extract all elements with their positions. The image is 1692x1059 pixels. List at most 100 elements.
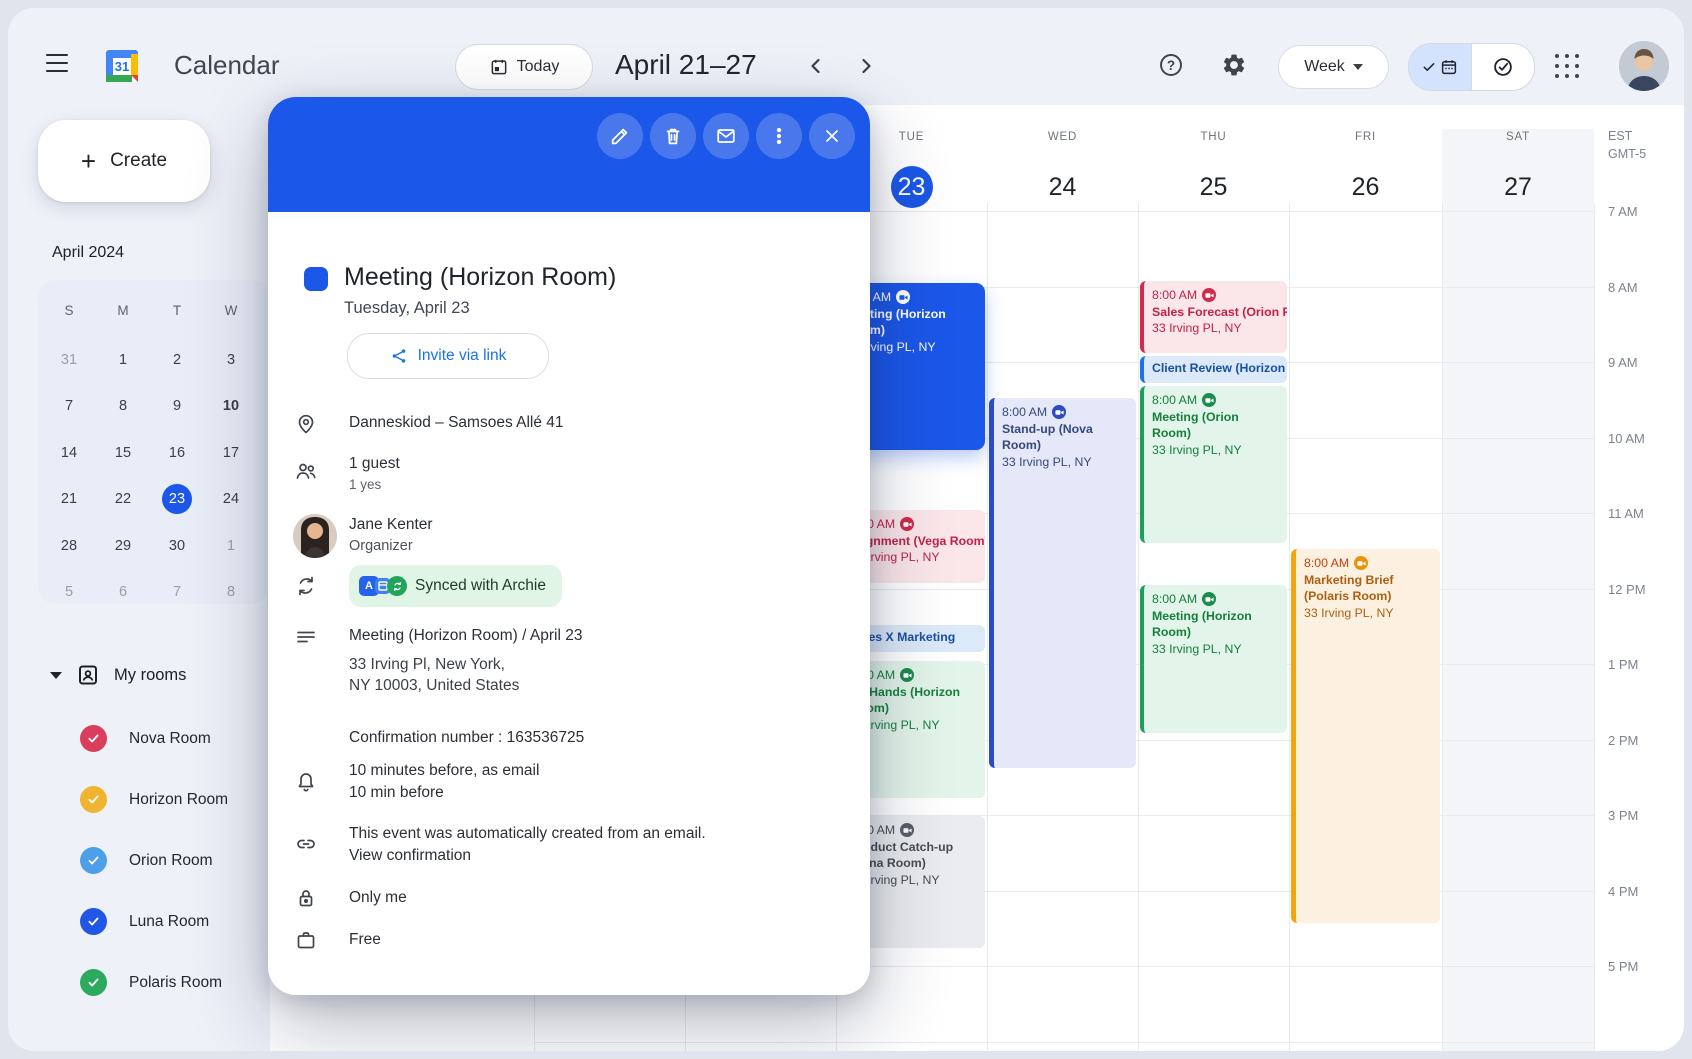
mini-cal-day[interactable]: 14: [42, 430, 96, 477]
weekend-shade: [1442, 129, 1594, 1051]
view-selector[interactable]: Week: [1278, 45, 1389, 89]
calendar-event[interactable]: Client Review (Horizon Room): [1140, 356, 1287, 383]
calendar-logo-icon: 31: [104, 48, 140, 84]
mini-cal-day[interactable]: 21: [42, 476, 96, 523]
grid-hour-line: [534, 1042, 1594, 1043]
video-call-icon: [900, 823, 914, 837]
grid-column-line: [1594, 203, 1595, 1051]
mini-cal-day[interactable]: 16: [150, 430, 204, 477]
room-item[interactable]: Horizon Room: [80, 769, 270, 830]
synced-badge: A Synced with Archie: [349, 565, 562, 607]
mini-cal-day[interactable]: 3: [204, 337, 258, 384]
reminder-line1: 10 minutes before, as email: [349, 762, 539, 780]
more-options-button[interactable]: [756, 113, 802, 159]
mini-cal-day[interactable]: 28: [42, 523, 96, 570]
tasks-view-toggle[interactable]: [1471, 44, 1534, 90]
event-title: Stand-up (Nova Room): [1002, 421, 1128, 454]
my-rooms-label: My rooms: [114, 666, 186, 685]
view-toggle: [1408, 43, 1535, 91]
lock-icon: [294, 886, 318, 910]
event-time: 8:00 AM: [1304, 555, 1432, 572]
event-address: 33 Irving PL, NY: [1152, 641, 1279, 658]
mini-cal-day[interactable]: 5: [42, 569, 96, 616]
mini-cal-day[interactable]: 7: [42, 383, 96, 430]
mini-cal-day[interactable]: 31: [42, 337, 96, 384]
mini-cal-day[interactable]: 7: [150, 569, 204, 616]
hour-label: 1 PM: [1608, 657, 1678, 672]
room-color-check-icon: [80, 908, 107, 935]
email-guests-button[interactable]: [703, 113, 749, 159]
calendar-event[interactable]: 8:00 AMStand-up (Nova Room)33 Irving PL,…: [989, 398, 1136, 768]
mini-cal-day[interactable]: 30: [150, 523, 204, 570]
calendar-event[interactable]: 8:00 AMMeeting (Horizon Room)33 Irving P…: [1140, 585, 1287, 733]
day-header-number[interactable]: 25: [1154, 165, 1274, 209]
room-item[interactable]: Polaris Room: [80, 952, 270, 1013]
check-circle-icon: [1492, 56, 1514, 78]
view-confirmation-link[interactable]: View confirmation: [349, 847, 471, 865]
mini-cal-day[interactable]: 9: [150, 383, 204, 430]
calendar-event[interactable]: 8:00 AMMarketing Brief (Polaris Room)33 …: [1291, 549, 1440, 923]
mini-cal-day[interactable]: 8: [204, 569, 258, 616]
calendar-event[interactable]: 8:00 AMMeeting (Orion Room)33 Irving PL,…: [1140, 386, 1287, 543]
organizer-role: Organizer: [349, 538, 413, 554]
my-rooms-header[interactable]: My rooms: [50, 660, 186, 690]
mini-calendar: SMTW311237891014151617212223242829301567…: [38, 280, 270, 604]
notes-address-line1: 33 Irving Pl, New York,: [349, 656, 505, 674]
event-details-popup: Meeting (Horizon Room) Tuesday, April 23…: [268, 97, 870, 995]
event-title: Meeting (Orion Room): [1152, 409, 1279, 442]
mini-cal-day[interactable]: 10: [204, 383, 258, 430]
mini-cal-day[interactable]: 24: [204, 476, 258, 523]
room-item[interactable]: Luna Room: [80, 891, 270, 952]
mini-cal-day[interactable]: 8: [96, 383, 150, 430]
calendar-icon: [1440, 58, 1458, 76]
main-menu-icon[interactable]: [46, 54, 68, 78]
day-header-name[interactable]: FRI: [1306, 131, 1426, 143]
mini-cal-day[interactable]: 17: [204, 430, 258, 477]
day-header-name[interactable]: THU: [1154, 131, 1274, 143]
mini-cal-day[interactable]: 22: [96, 476, 150, 523]
room-item[interactable]: Nova Room: [80, 708, 270, 769]
today-button[interactable]: Today: [455, 44, 593, 90]
day-header-number[interactable]: 27: [1458, 165, 1578, 209]
room-color-check-icon: [80, 847, 107, 874]
close-icon[interactable]: [809, 113, 855, 159]
mini-cal-weekday: T: [150, 290, 204, 330]
notes-address-line2: NY 10003, United States: [349, 677, 519, 695]
reminder-line2: 10 min before: [349, 784, 444, 802]
next-week-button[interactable]: [854, 54, 878, 78]
chevron-down-icon: [50, 672, 62, 679]
invite-via-link-button[interactable]: Invite via link: [347, 333, 549, 379]
mini-cal-day[interactable]: 1: [96, 337, 150, 384]
help-icon[interactable]: ?: [1158, 52, 1186, 80]
day-header-number[interactable]: 24: [1003, 165, 1123, 209]
edit-event-button[interactable]: [597, 113, 643, 159]
room-label: Polaris Room: [129, 974, 222, 992]
event-color-chip: [304, 267, 328, 291]
calendar-view-toggle[interactable]: [1409, 44, 1471, 90]
day-header-name[interactable]: SAT: [1458, 131, 1578, 143]
plus-icon: +: [81, 148, 96, 174]
video-call-icon: [1354, 556, 1368, 570]
settings-gear-icon[interactable]: [1221, 52, 1249, 80]
mini-cal-day[interactable]: 2: [150, 337, 204, 384]
mini-cal-day[interactable]: 6: [96, 569, 150, 616]
mini-cal-day[interactable]: 29: [96, 523, 150, 570]
room-item[interactable]: Orion Room: [80, 830, 270, 891]
mini-cal-day[interactable]: 23: [150, 476, 204, 523]
timezone-label: GMT-5: [1608, 147, 1646, 161]
create-button[interactable]: + Create: [38, 120, 210, 202]
google-apps-icon[interactable]: [1554, 53, 1582, 81]
svg-text:?: ?: [1167, 58, 1175, 73]
event-address: 33 Irving PL, NY: [1002, 454, 1128, 471]
mini-cal-day[interactable]: 1: [204, 523, 258, 570]
calendar-event[interactable]: 8:00 AMSales Forecast (Orion Room)33 Irv…: [1140, 281, 1287, 353]
mini-cal-day[interactable]: 15: [96, 430, 150, 477]
day-header-name[interactable]: WED: [1003, 131, 1123, 143]
room-color-check-icon: [80, 969, 107, 996]
user-avatar[interactable]: [1619, 41, 1669, 91]
room-label: Orion Room: [129, 852, 213, 870]
day-header-number[interactable]: 26: [1306, 165, 1426, 209]
prev-week-button[interactable]: [804, 54, 828, 78]
delete-event-button[interactable]: [650, 113, 696, 159]
hour-label: 2 PM: [1608, 733, 1678, 748]
